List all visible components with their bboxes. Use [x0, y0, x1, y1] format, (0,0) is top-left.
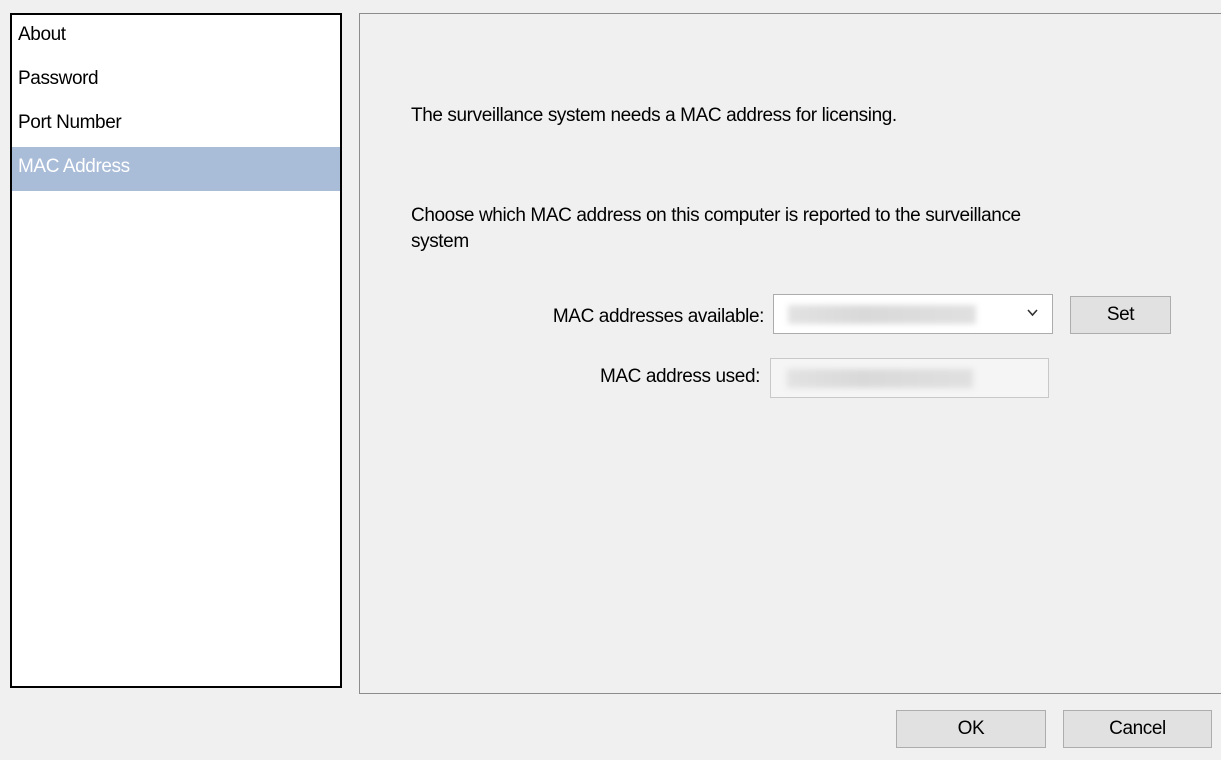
set-button[interactable]: Set: [1070, 296, 1171, 334]
mac-available-label: MAC addresses available:: [552, 306, 765, 327]
choose-mac-text: Choose which MAC address on this compute…: [411, 205, 1021, 252]
cancel-button[interactable]: Cancel: [1063, 710, 1212, 748]
sidebar-item-password[interactable]: Password: [12, 59, 340, 103]
licensing-info-text: The surveillance system needs a MAC addr…: [411, 105, 897, 126]
sidebar-item-mac-address[interactable]: MAC Address: [12, 147, 340, 191]
mac-used-label: MAC address used:: [599, 366, 760, 387]
sidebar-item-port-number[interactable]: Port Number: [12, 103, 340, 147]
mac-address-panel: The surveillance system needs a MAC addr…: [359, 13, 1221, 694]
sidebar-item-about[interactable]: About: [12, 15, 340, 59]
chevron-down-icon: [1027, 309, 1038, 317]
settings-nav-list: About Password Port Number MAC Address: [10, 13, 342, 688]
mac-used-field: [770, 358, 1049, 398]
mac-addresses-dropdown[interactable]: [773, 294, 1053, 334]
mac-used-value-obscured: [787, 369, 973, 388]
ok-button[interactable]: OK: [896, 710, 1046, 748]
mac-available-value-obscured: [788, 305, 976, 324]
